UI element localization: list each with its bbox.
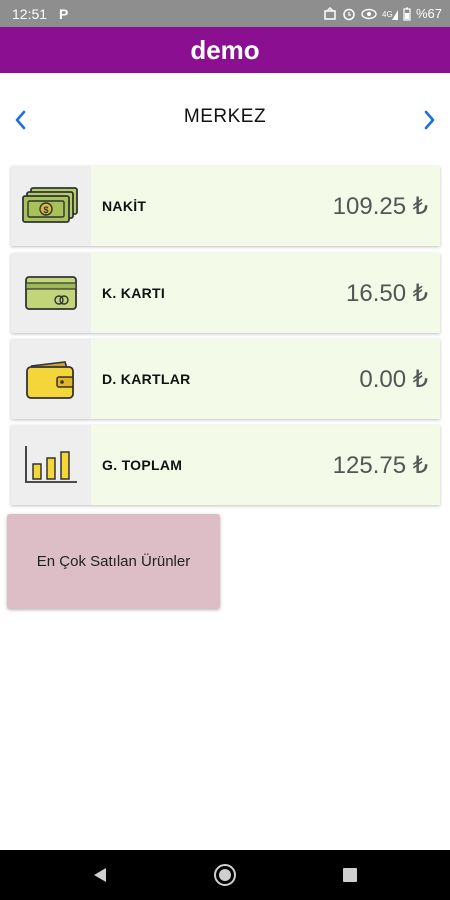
app-bar: demo	[0, 27, 450, 73]
top-selling-products-label: En Çok Satılan Ürünler	[36, 553, 191, 570]
notification-icon	[323, 6, 337, 21]
back-triangle-icon	[94, 868, 106, 882]
home-button[interactable]	[213, 863, 237, 887]
other-cards-amount: 0.00 ₺	[359, 365, 428, 393]
next-branch-button[interactable]	[416, 106, 444, 134]
status-time: 12:51	[12, 5, 48, 22]
battery-percent: %67	[415, 6, 442, 21]
credit-card-amount: 16.50 ₺	[346, 279, 428, 307]
lte-signal-icon: 4G	[382, 7, 398, 21]
branch-name: MERKEZ	[183, 106, 267, 127]
cash-icon: $	[22, 187, 78, 223]
other-cards-card: D. KARTLAR 0.00 ₺	[11, 339, 440, 419]
battery-icon	[403, 7, 411, 21]
other-cards-label: D. KARTLAR	[102, 371, 191, 387]
recents-square-icon	[343, 868, 357, 882]
credit-card-label: K. KARTI	[102, 285, 166, 301]
system-nav-bar	[0, 850, 450, 900]
grand-total-card: G. TOPLAM 125.75 ₺	[11, 425, 440, 505]
grand-total-amount: 125.75 ₺	[332, 451, 428, 479]
recents-button[interactable]	[338, 863, 362, 887]
cash-amount: 109.25 ₺	[332, 192, 428, 220]
home-circle-icon	[214, 864, 236, 886]
grand-total-label: G. TOPLAM	[102, 457, 183, 473]
svg-text:4G: 4G	[382, 10, 393, 19]
wallet-icon	[26, 361, 74, 399]
svg-text:$: $	[43, 205, 48, 215]
chevron-right-icon	[424, 110, 435, 130]
status-bar: 12:51 P 4G %67	[0, 0, 450, 27]
cash-label: NAKİT	[102, 198, 147, 214]
top-selling-products-button[interactable]: En Çok Satılan Ürünler	[7, 514, 220, 609]
branch-navigator: MERKEZ	[0, 96, 450, 142]
credit-card-card: K. KARTI 16.50 ₺	[11, 253, 440, 333]
p-notification-icon: P	[59, 5, 69, 22]
bar-chart-icon	[25, 446, 77, 483]
eye-icon	[361, 7, 377, 21]
cash-card: $ NAKİT 109.25 ₺	[11, 166, 440, 246]
back-button[interactable]	[88, 863, 112, 887]
credit-card-icon	[25, 276, 77, 310]
app-title: demo	[190, 34, 260, 65]
alarm-icon	[342, 7, 356, 21]
status-icons: 4G %67	[323, 6, 442, 21]
